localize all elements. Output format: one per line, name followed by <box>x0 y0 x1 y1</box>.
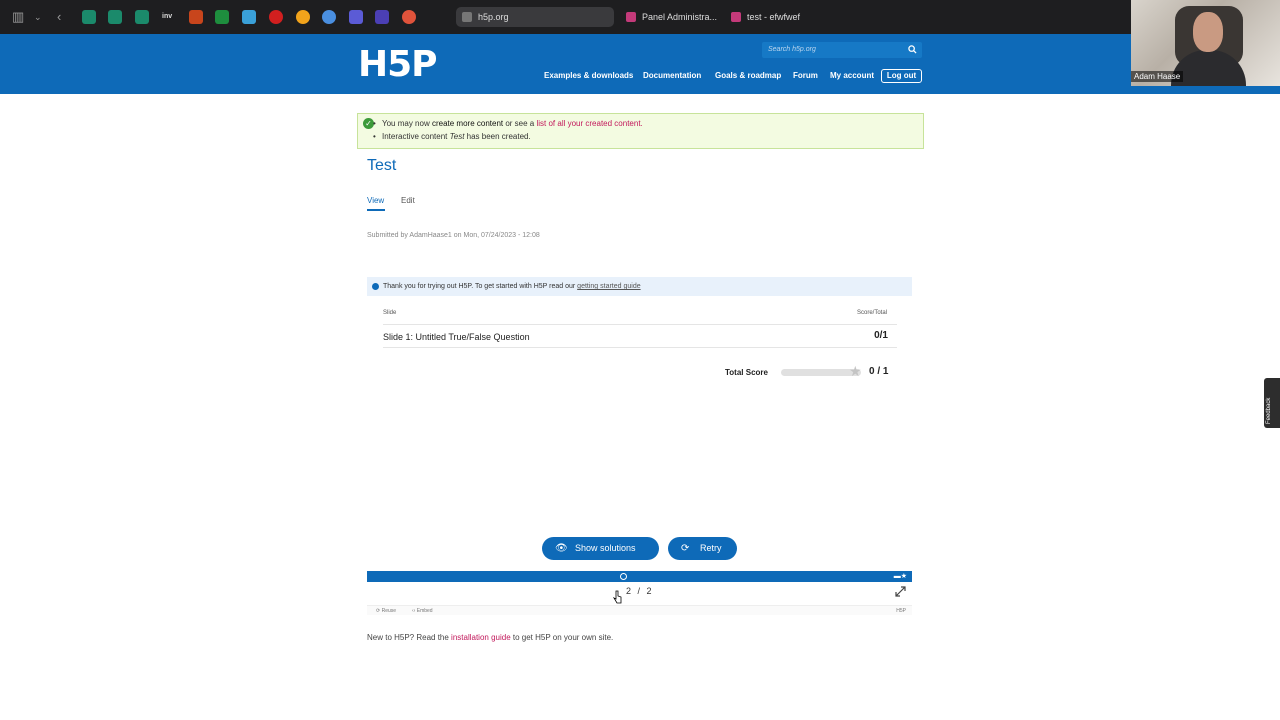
reuse-button[interactable]: ⟳ Reuse <box>376 606 396 616</box>
reuse-label: Reuse <box>381 608 397 614</box>
slide-pager: 2 / 2 <box>626 586 654 596</box>
webcam-name-label: Adam Haase <box>1131 71 1184 82</box>
show-solutions-button[interactable]: 👁 Show solutions <box>542 537 659 560</box>
info-bar: Thank you for trying out H5P. To get sta… <box>367 277 912 296</box>
browser-tab-label: test - efwfwef <box>747 12 801 22</box>
slide-progress-bar[interactable]: ▬★ <box>367 571 912 582</box>
sidebar-toggle-icon[interactable]: ▥ <box>12 8 24 26</box>
logout-button[interactable]: Log out <box>881 69 922 83</box>
search-input[interactable]: Search h5p.org <box>762 42 922 58</box>
feedback-label: Feedback <box>1266 397 1272 424</box>
message-line-1: You may now create more content or see a… <box>373 118 643 129</box>
installation-guide-link[interactable]: installation guide <box>451 633 511 642</box>
nav-documentation[interactable]: Documentation <box>643 70 701 82</box>
person-head <box>1193 12 1223 52</box>
browser-tab-label: Panel Administra... <box>642 12 718 22</box>
embed-label: Embed <box>416 608 433 614</box>
browser-tab-test[interactable]: test - efwfwef <box>725 7 823 27</box>
search-placeholder: Search h5p.org <box>768 46 816 53</box>
tab-view[interactable]: View <box>367 195 384 206</box>
bookmark-icon[interactable] <box>322 10 336 24</box>
site-header: H5P Search h5p.org Examples & downloads … <box>0 34 1280 94</box>
note-text: to get H5P on your own site. <box>510 633 614 642</box>
summary-star-icon[interactable]: ▬★ <box>894 573 907 580</box>
info-icon <box>372 283 379 290</box>
bookmark-icon[interactable] <box>349 10 363 24</box>
nav-forum[interactable]: Forum <box>793 70 818 82</box>
bookmark-icon[interactable] <box>135 10 149 24</box>
content-name: Test <box>449 132 465 141</box>
button-label: Retry <box>700 543 722 553</box>
progress-marker[interactable] <box>620 573 627 580</box>
info-text: Thank you for trying out H5P. To get sta… <box>383 283 578 290</box>
message-text: Interactive content <box>382 132 450 141</box>
bookmark-youtube-icon[interactable] <box>269 10 283 24</box>
back-arrow-icon[interactable]: ‹ <box>57 8 61 26</box>
browser-tab-panel[interactable]: Panel Administra... <box>620 7 720 27</box>
message-line-2: Interactive content Test has been create… <box>373 131 531 142</box>
retry-button[interactable]: ⟳ Retry <box>668 537 737 560</box>
browser-toolbar: ▥ ⌄ ‹ inv h5p.org Panel Administra... te… <box>0 0 1280 34</box>
logo-text: H5P <box>358 44 438 85</box>
message-text: or see a <box>503 119 537 128</box>
tab-edit[interactable]: Edit <box>401 195 415 206</box>
bookmark-icon[interactable] <box>375 10 389 24</box>
mouse-cursor-icon <box>613 590 622 604</box>
submitted-info: Submitted by AdamHaase1 on Mon, 07/24/20… <box>367 232 540 239</box>
column-header-score: Score/Total <box>856 310 887 316</box>
message-text: You may now <box>382 119 432 128</box>
message-text: has been created. <box>464 132 531 141</box>
h5p-content: Thank you for trying out H5P. To get sta… <box>367 277 912 615</box>
total-score-value: 0 / 1 <box>869 366 889 377</box>
webcam-overlay: Adam Haase <box>1131 0 1280 86</box>
active-tab-indicator <box>367 209 385 211</box>
browser-tab-label: h5p.org <box>478 12 509 22</box>
getting-started-link[interactable]: getting started guide <box>577 283 640 290</box>
star-icon: ★ <box>849 363 862 379</box>
bookmark-icon[interactable] <box>189 10 203 24</box>
embed-button[interactable]: ‹› Embed <box>412 606 433 616</box>
eye-icon: 👁 <box>555 543 568 554</box>
favicon-icon <box>731 12 741 22</box>
h5p-actions-bar: ⟳ Reuse ‹› Embed H5P <box>367 605 912 615</box>
favicon-icon <box>626 12 636 22</box>
bookmark-icon[interactable] <box>296 10 310 24</box>
feedback-tab[interactable]: Feedback <box>1264 378 1280 428</box>
installation-note: New to H5P? Read the installation guide … <box>367 632 613 643</box>
bookmark-icon[interactable] <box>82 10 96 24</box>
bookmark-icon[interactable] <box>402 10 416 24</box>
h5p-mark[interactable]: H5P <box>896 606 906 616</box>
divider <box>383 347 897 348</box>
bookmark-icon[interactable] <box>242 10 256 24</box>
bookmark-sheets-icon[interactable] <box>215 10 229 24</box>
note-text: New to H5P? Read the <box>367 633 452 642</box>
page-title: Test <box>367 157 397 174</box>
bookmark-inv[interactable]: inv <box>162 8 172 26</box>
button-label: Show solutions <box>575 543 636 553</box>
fullscreen-icon[interactable] <box>895 586 906 597</box>
search-icon[interactable] <box>908 45 917 54</box>
refresh-icon: ⟳ <box>681 543 690 554</box>
bookmark-icon[interactable] <box>108 10 122 24</box>
nav-my-account[interactable]: My account <box>830 70 874 82</box>
divider <box>383 324 897 325</box>
nav-goals-roadmap[interactable]: Goals & roadmap <box>715 70 781 82</box>
column-header-slide: Slide <box>383 310 397 316</box>
created-content-list-link[interactable]: list of all your created content. <box>536 119 642 128</box>
nav-examples-downloads[interactable]: Examples & downloads <box>544 70 633 82</box>
slide-score: 0/1 <box>874 330 888 341</box>
favicon-icon <box>462 12 472 22</box>
browser-tab-h5p[interactable]: h5p.org <box>456 7 614 27</box>
create-more-content-link[interactable]: create more content <box>432 119 503 128</box>
slide-title[interactable]: Slide 1: Untitled True/False Question <box>383 331 530 343</box>
h5p-logo[interactable]: H5P <box>358 44 438 85</box>
chevron-down-icon[interactable]: ⌄ <box>34 8 42 26</box>
status-message: ✓ You may now create more content or see… <box>357 113 924 149</box>
total-score-label: Total Score <box>725 368 768 377</box>
